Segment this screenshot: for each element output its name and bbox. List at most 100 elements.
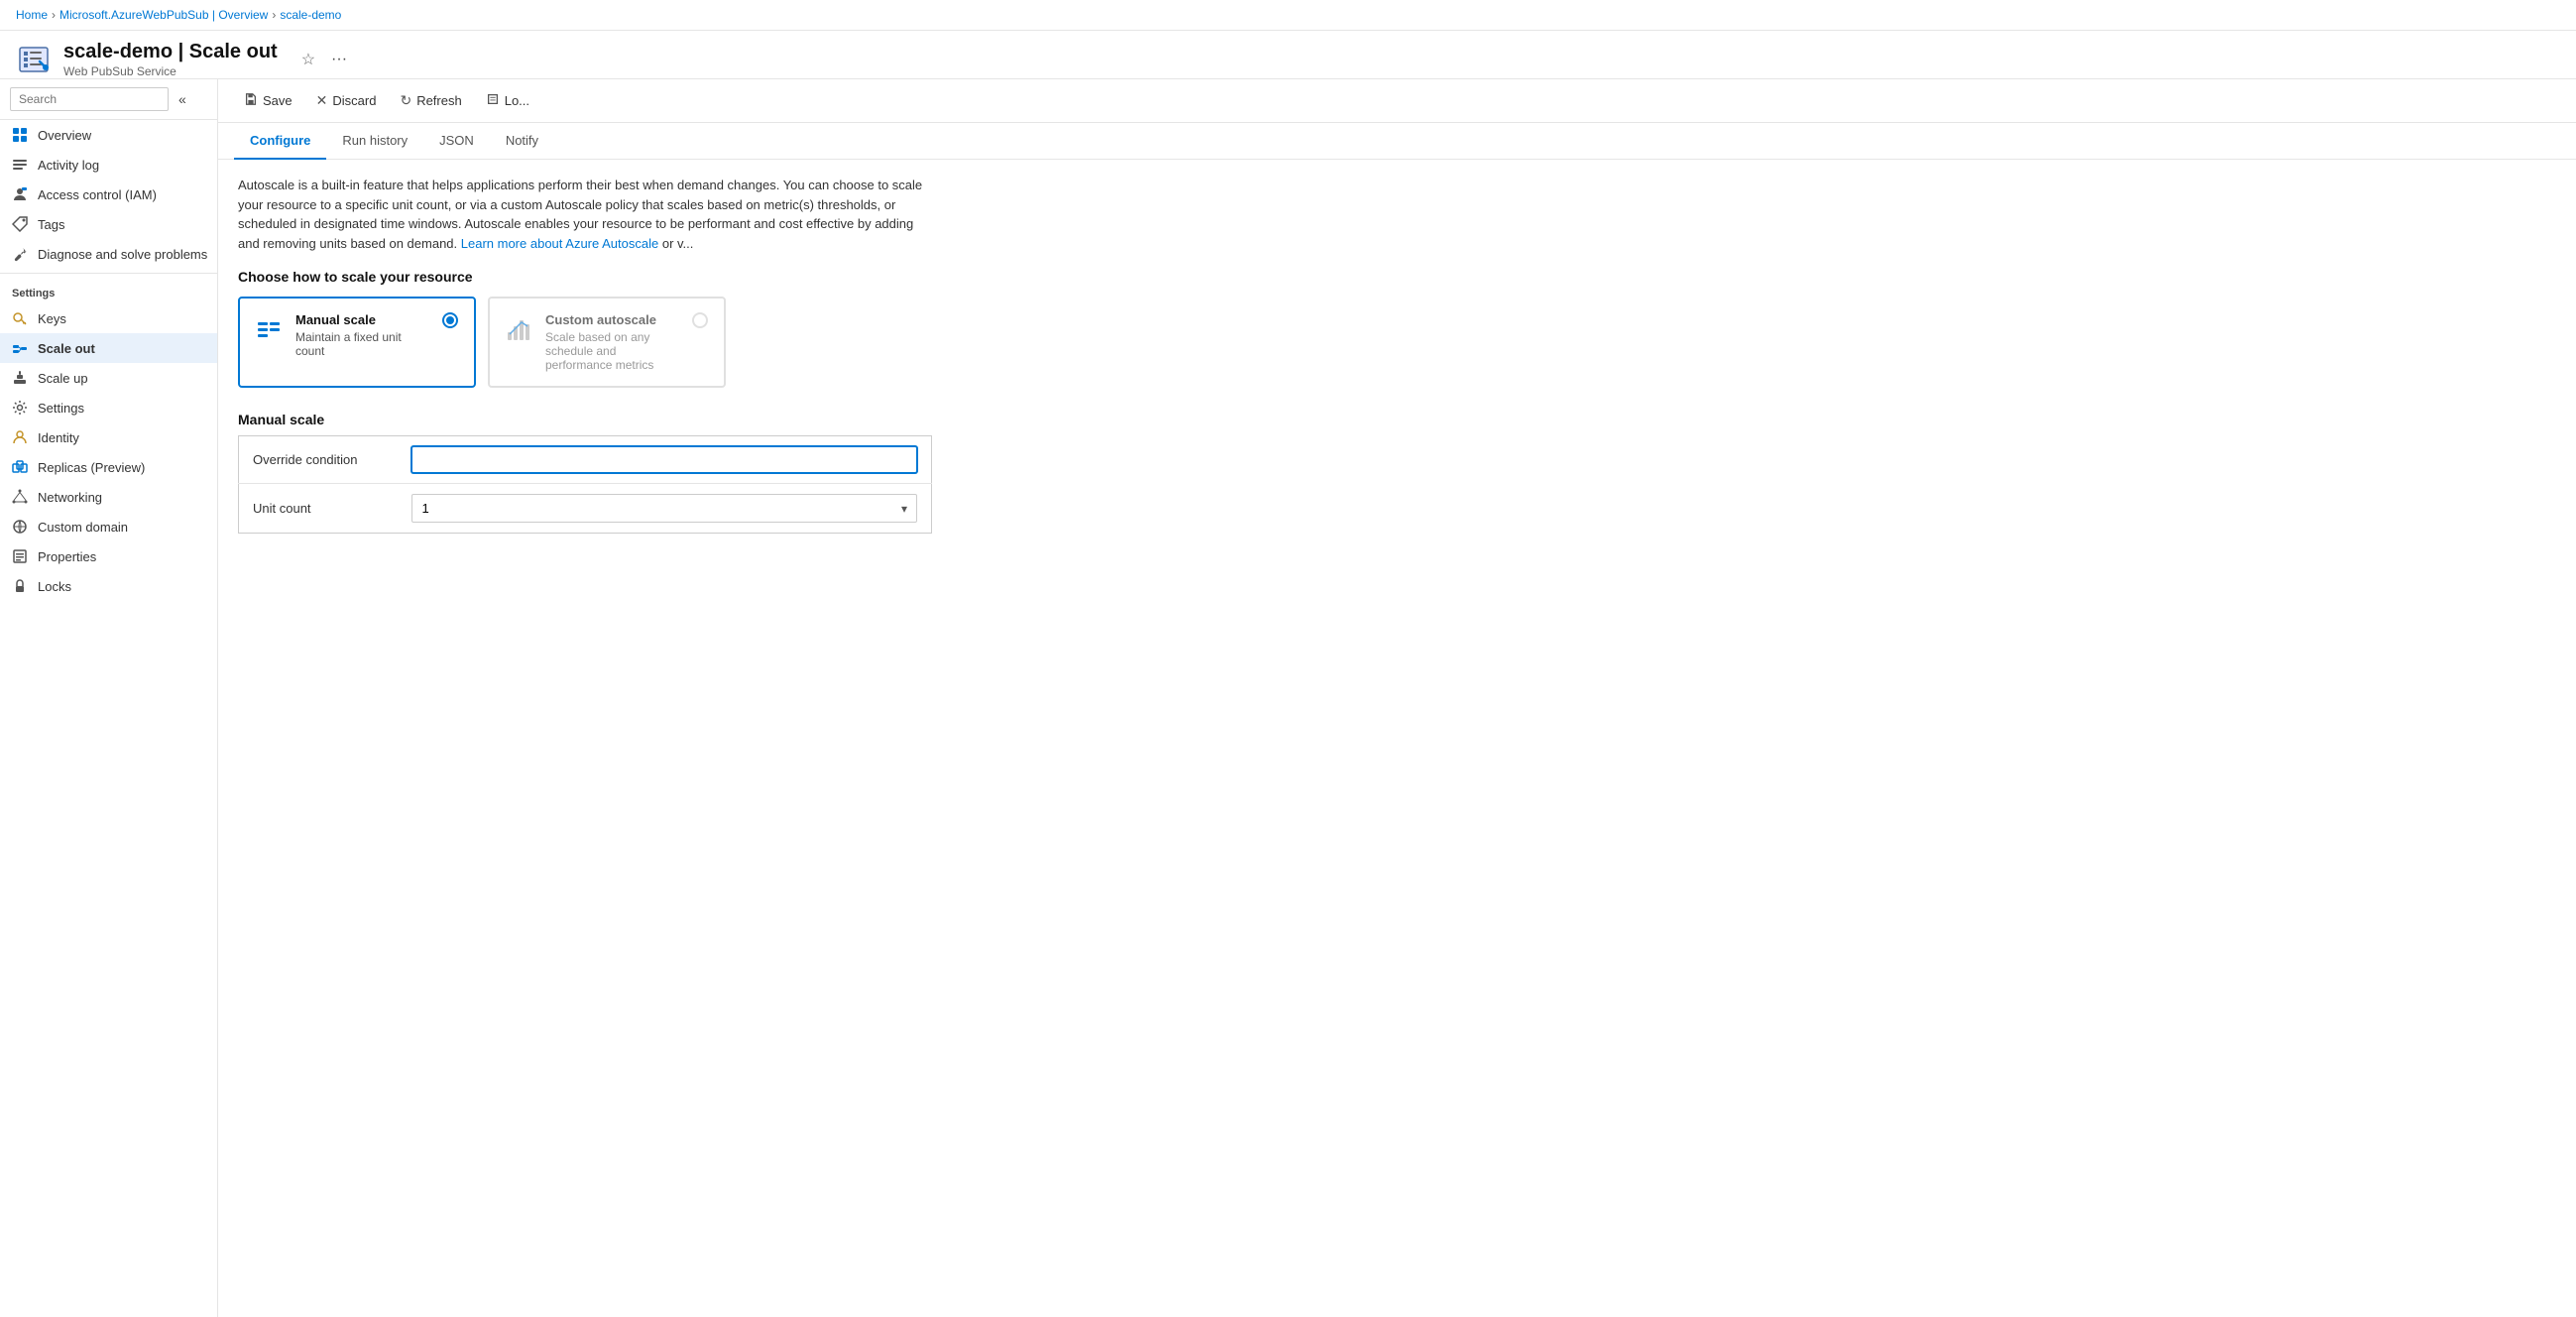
scale-out-icon [12,340,28,356]
manual-scale-card-title: Manual scale [295,312,430,327]
sidebar-item-settings[interactable]: Settings [0,393,217,422]
favorite-button[interactable]: ☆ [297,46,319,73]
sidebar-item-identity[interactable]: Identity [0,422,217,452]
manual-scale-section: Manual scale Override condition Unit cou… [238,412,2556,534]
unit-count-row: Unit count 1 2 3 4 5 6 7 [239,484,932,534]
resource-title-area: scale-demo | Scale out Web PubSub Servic… [63,41,278,78]
tag-icon [12,216,28,232]
person-badge-icon [12,186,28,202]
sidebar-item-label-scale-up: Scale up [38,371,88,386]
manual-scale-radio[interactable] [442,312,458,328]
network-icon [12,489,28,505]
unit-count-dropdown[interactable]: 1 2 3 4 5 6 7 8 9 10 [411,494,918,523]
header-actions: ☆ ··· [297,46,351,73]
sidebar-item-networking[interactable]: Networking [0,482,217,512]
main-content: Save ✕ Discard ↻ Refresh Lo... Configure… [218,79,2576,1317]
autoscale-card-desc: Scale based on any schedule and performa… [545,330,680,372]
logs-button[interactable]: Lo... [476,87,539,114]
tab-run-history[interactable]: Run history [326,123,423,160]
sidebar-item-replicas[interactable]: Replicas (Preview) [0,452,217,482]
sidebar-item-diagnose[interactable]: Diagnose and solve problems [0,239,217,269]
resource-header: scale-demo | Scale out Web PubSub Servic… [0,31,2576,79]
sidebar-item-keys[interactable]: Keys [0,303,217,333]
sidebar-item-label-access-control: Access control (IAM) [38,187,157,202]
unit-count-select[interactable]: 1 2 3 4 5 6 7 8 9 10 [411,494,918,523]
sidebar-item-scale-up[interactable]: Scale up [0,363,217,393]
toolbar: Save ✕ Discard ↻ Refresh Lo... [218,79,2576,123]
sidebar-item-label-replicas: Replicas (Preview) [38,460,145,475]
search-input[interactable] [10,87,169,111]
sidebar-item-access-control[interactable]: Access control (IAM) [0,180,217,209]
manual-scale-icon [256,314,284,345]
domain-icon [12,519,28,535]
sidebar-item-overview[interactable]: Overview [0,120,217,150]
replicas-icon [12,459,28,475]
sidebar: « Overview Activity log Access control (… [0,79,218,1317]
save-icon [244,92,258,109]
autoscale-description: Autoscale is a built-in feature that hel… [238,176,932,253]
discard-button[interactable]: ✕ Discard [306,87,387,114]
sidebar-search-area: « [0,79,217,120]
sidebar-item-label-scale-out: Scale out [38,341,95,356]
sidebar-divider [0,273,217,274]
list-icon [12,157,28,173]
sidebar-collapse-button[interactable]: « [175,89,190,109]
autoscale-card-title: Custom autoscale [545,312,680,327]
resource-subtitle: Web PubSub Service [63,64,278,78]
override-condition-input[interactable] [411,446,918,473]
refresh-icon: ↻ [400,92,411,109]
sidebar-item-label-activity-log: Activity log [38,158,99,173]
sidebar-item-tags[interactable]: Tags [0,209,217,239]
content-area: Autoscale is a built-in feature that hel… [218,160,2576,1317]
properties-icon [12,548,28,564]
sidebar-item-locks[interactable]: Locks [0,571,217,601]
gear-icon [12,400,28,416]
sidebar-item-custom-domain[interactable]: Custom domain [0,512,217,541]
manual-scale-title: Manual scale [238,412,2556,427]
sidebar-item-scale-out[interactable]: Scale out [0,333,217,363]
sidebar-item-label-locks: Locks [38,579,71,594]
breadcrumb-parent[interactable]: Microsoft.AzureWebPubSub | Overview [59,8,268,22]
app-body: « Overview Activity log Access control (… [0,79,2576,1317]
tab-configure[interactable]: Configure [234,123,326,160]
key-icon [12,310,28,326]
breadcrumb-current[interactable]: scale-demo [280,8,341,22]
save-button[interactable]: Save [234,87,302,114]
refresh-button[interactable]: ↻ Refresh [390,87,471,114]
manual-scale-card-desc: Maintain a fixed unit count [295,330,430,358]
choose-scale-title: Choose how to scale your resource [238,269,2556,285]
sidebar-item-label-settings: Settings [38,401,84,416]
sidebar-item-label-tags: Tags [38,217,64,232]
sidebar-item-activity-log[interactable]: Activity log [0,150,217,180]
sidebar-item-label-overview: Overview [38,128,91,143]
manual-scale-card[interactable]: Manual scale Maintain a fixed unit count [238,297,476,388]
scale-up-icon [12,370,28,386]
override-condition-label: Override condition [239,436,398,484]
sidebar-item-label-identity: Identity [38,430,79,445]
learn-more-link[interactable]: Learn more about Azure Autoscale [461,236,658,251]
unit-count-label: Unit count [239,484,398,534]
autoscale-card[interactable]: Custom autoscale Scale based on any sche… [488,297,726,388]
unit-count-input-cell: 1 2 3 4 5 6 7 8 9 10 [398,484,932,534]
logs-icon [486,92,500,109]
tab-json[interactable]: JSON [423,123,490,160]
sidebar-item-label-networking: Networking [38,490,102,505]
autoscale-icon [506,314,533,345]
resource-name: scale-demo | Scale out [63,41,278,63]
grid-icon [12,127,28,143]
tabs: Configure Run history JSON Notify [218,123,2576,160]
discard-icon: ✕ [316,92,328,109]
manual-scale-form: Override condition Unit count 1 2 [238,435,932,534]
settings-section-label: Settings [0,278,217,303]
breadcrumb-home[interactable]: Home [16,8,48,22]
identity-icon [12,429,28,445]
tab-notify[interactable]: Notify [490,123,554,160]
override-condition-input-cell [398,436,932,484]
more-options-button[interactable]: ··· [327,47,351,72]
sidebar-item-label-custom-domain: Custom domain [38,520,128,535]
sidebar-item-label-diagnose: Diagnose and solve problems [38,247,207,262]
autoscale-radio[interactable] [692,312,708,328]
sidebar-item-properties[interactable]: Properties [0,541,217,571]
scale-cards: Manual scale Maintain a fixed unit count [238,297,2556,388]
lock-icon [12,578,28,594]
